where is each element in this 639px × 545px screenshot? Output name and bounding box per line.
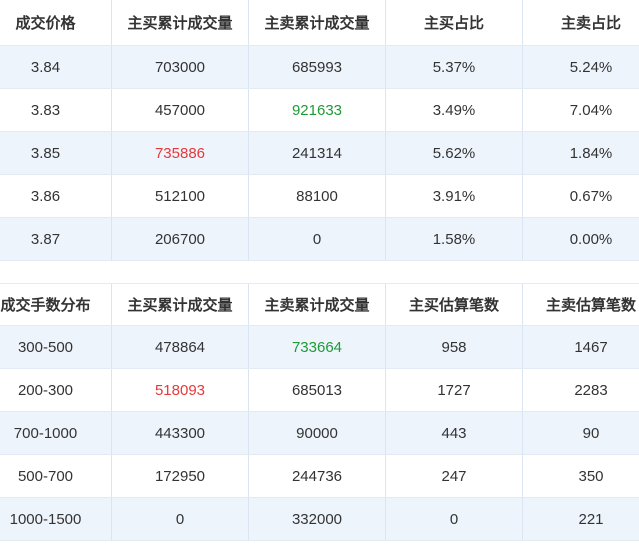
cell-sell-volume: 0 <box>249 218 386 260</box>
table-row: 300-500 478864 733664 958 1467 <box>0 326 639 369</box>
column-header-sell-trade-count: 主卖估算笔数 <box>545 297 636 314</box>
cell-sell-volume: 88100 <box>249 175 386 217</box>
table-row: 700-1000 443300 90000 443 90 <box>0 412 639 455</box>
cell-sell-count: 350 <box>578 467 604 485</box>
cell-lot-range: 700-1000 <box>0 412 112 454</box>
cell-sell-volume: 685993 <box>249 46 386 88</box>
cell-buy-volume-max: 518093 <box>112 369 249 411</box>
cell-buy-count: 1727 <box>386 369 523 411</box>
cell-price: 3.84 <box>0 46 112 88</box>
cell-buy-ratio: 3.91% <box>386 175 523 217</box>
cell-sell-volume-max: 733664 <box>249 326 386 368</box>
cell-buy-volume: 478864 <box>112 326 249 368</box>
cell-sell-volume: 332000 <box>249 498 386 540</box>
cell-buy-volume: 512100 <box>112 175 249 217</box>
cell-lot-range: 200-300 <box>0 369 112 411</box>
cell-sell-volume-max: 921633 <box>249 89 386 131</box>
column-header-sell-volume: 主卖累计成交量 <box>249 0 386 45</box>
cell-sell-ratio: 1.84% <box>569 144 613 162</box>
table-header-row: 成交价格 主买累计成交量 主卖累计成交量 主买占比 主卖占比 <box>0 0 639 46</box>
column-header-buy-volume: 主买累计成交量 <box>112 284 249 325</box>
table-row: 3.86 512100 88100 3.91% 0.67% <box>0 175 639 218</box>
table-row: 1000-1500 0 332000 0 221 <box>0 498 639 541</box>
table-row: 500-700 172950 244736 247 350 <box>0 455 639 498</box>
cell-lot-range: 500-700 <box>0 455 112 497</box>
column-header-sell-volume: 主卖累计成交量 <box>249 284 386 325</box>
table-row: 3.84 703000 685993 5.37% 5.24% <box>0 46 639 89</box>
cell-lot-range: 300-500 <box>0 326 112 368</box>
column-header-lot-range: 成交手数分布 <box>0 284 112 325</box>
column-header-buy-volume: 主买累计成交量 <box>112 0 249 45</box>
cell-buy-ratio: 3.49% <box>386 89 523 131</box>
cell-buy-ratio: 5.37% <box>386 46 523 88</box>
table-header-row: 成交手数分布 主买累计成交量 主卖累计成交量 主买估算笔数 主卖估算笔数 <box>0 283 639 326</box>
cell-sell-ratio: 5.24% <box>569 58 613 76</box>
column-header-buy-ratio: 主买占比 <box>386 0 523 45</box>
cell-sell-count: 221 <box>578 510 604 528</box>
cell-sell-ratio: 0.00% <box>569 230 613 248</box>
cell-price: 3.83 <box>0 89 112 131</box>
cell-sell-volume: 685013 <box>249 369 386 411</box>
cell-buy-volume: 443300 <box>112 412 249 454</box>
cell-price: 3.85 <box>0 132 112 174</box>
cell-sell-volume: 244736 <box>249 455 386 497</box>
cell-price: 3.87 <box>0 218 112 260</box>
cell-sell-ratio: 0.67% <box>569 187 613 205</box>
cell-buy-count: 443 <box>386 412 523 454</box>
price-distribution-table: 成交价格 主买累计成交量 主卖累计成交量 主买占比 主卖占比 3.84 7030… <box>0 0 639 261</box>
lot-size-distribution-table: 成交手数分布 主买累计成交量 主卖累计成交量 主买估算笔数 主卖估算笔数 300… <box>0 283 639 541</box>
cell-buy-count: 958 <box>386 326 523 368</box>
table-row: 3.85 735886 241314 5.62% 1.84% <box>0 132 639 175</box>
cell-sell-volume: 90000 <box>249 412 386 454</box>
cell-buy-ratio: 1.58% <box>386 218 523 260</box>
cell-sell-volume: 241314 <box>249 132 386 174</box>
cell-lot-range: 1000-1500 <box>0 498 112 540</box>
column-header-sell-ratio: 主卖占比 <box>560 15 621 32</box>
cell-buy-volume-max: 735886 <box>112 132 249 174</box>
cell-buy-count: 0 <box>386 498 523 540</box>
cell-buy-count: 247 <box>386 455 523 497</box>
column-header-price: 成交价格 <box>0 0 112 45</box>
cell-sell-count: 2283 <box>574 381 608 399</box>
table-row: 200-300 518093 685013 1727 2283 <box>0 369 639 412</box>
cell-sell-count: 90 <box>582 424 600 442</box>
cell-sell-ratio: 7.04% <box>569 101 613 119</box>
cell-buy-volume: 172950 <box>112 455 249 497</box>
cell-buy-volume: 703000 <box>112 46 249 88</box>
column-header-buy-trade-count: 主买估算笔数 <box>386 284 523 325</box>
cell-sell-count: 1467 <box>574 338 608 356</box>
cell-buy-volume: 0 <box>112 498 249 540</box>
table-row: 3.83 457000 921633 3.49% 7.04% <box>0 89 639 132</box>
table-row: 3.87 206700 0 1.58% 0.00% <box>0 218 639 261</box>
cell-price: 3.86 <box>0 175 112 217</box>
cell-buy-volume: 457000 <box>112 89 249 131</box>
cell-buy-ratio: 5.62% <box>386 132 523 174</box>
cell-buy-volume: 206700 <box>112 218 249 260</box>
